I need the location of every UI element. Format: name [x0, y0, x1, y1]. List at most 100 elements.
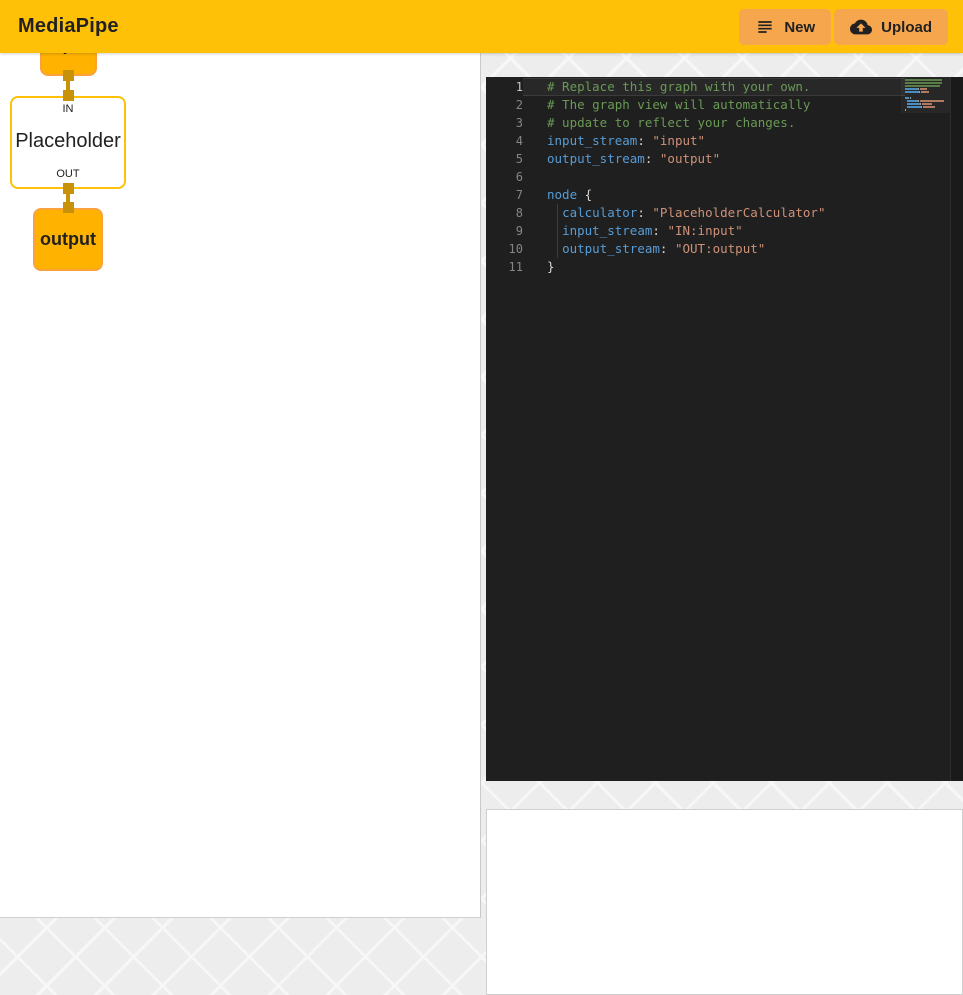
minimap-bar: [922, 103, 933, 105]
code-token: input_stream: [562, 223, 652, 238]
code-token: :: [637, 205, 645, 220]
header-actions: New Upload: [739, 9, 948, 45]
code-text: # Replace this graph with your own.: [523, 78, 905, 96]
code-token: output_stream: [562, 241, 660, 256]
line-number: 6: [486, 168, 523, 186]
upload-button[interactable]: Upload: [834, 9, 948, 45]
code-text: [523, 168, 905, 186]
indent-guide: [557, 222, 558, 240]
code-token: }: [547, 259, 555, 274]
code-text: }: [523, 258, 905, 276]
code-token: "PlaceholderCalculator": [652, 205, 825, 220]
code-text: node {: [523, 186, 905, 204]
editor-line[interactable]: 7node {: [486, 186, 905, 204]
minimap-bar: [907, 100, 918, 102]
code-text: # update to reflect your changes.: [523, 114, 905, 132]
editor-line[interactable]: 2 # The graph view will automatically: [486, 96, 905, 114]
minimap-bar: [920, 88, 927, 90]
editor-line[interactable]: 3 # update to reflect your changes.: [486, 114, 905, 132]
editor-line[interactable]: 10 output_stream: "OUT:output": [486, 240, 905, 258]
indent-guide: [557, 204, 558, 222]
code-token: # The graph view will automatically: [547, 97, 810, 112]
code-token: "output": [660, 151, 720, 166]
minimap-bar: [919, 91, 920, 93]
graph-node-output[interactable]: output: [33, 208, 103, 271]
code-editor[interactable]: 1# Replace this graph with your own.2 # T…: [486, 77, 963, 781]
minimap-bar: [905, 79, 942, 81]
line-number: 3: [486, 114, 523, 132]
code-token: :: [652, 223, 660, 238]
minimap-bar: [910, 97, 911, 99]
app-header: MediaPipe New Upload: [0, 0, 963, 53]
line-number: 9: [486, 222, 523, 240]
line-number: 2: [486, 96, 523, 114]
code-token: # update to reflect your changes.: [547, 115, 795, 130]
code-token: node: [547, 187, 577, 202]
code-token: :: [637, 133, 645, 148]
feedback-content: [486, 809, 963, 995]
code-token: "OUT:output": [675, 241, 765, 256]
code-text: input_stream: "IN:input": [523, 222, 905, 240]
minimap-bar: [920, 103, 921, 105]
code-text: # The graph view will automatically: [523, 96, 905, 114]
code-text: output_stream: "output": [523, 150, 905, 168]
minimap-bar: [905, 91, 919, 93]
placeholder-in-port-label: IN: [63, 103, 74, 115]
graph-node-placeholder-label: Placeholder: [15, 130, 121, 153]
editor-line[interactable]: 6: [486, 168, 905, 186]
minimap-bar: [918, 100, 919, 102]
indent-guide: [557, 240, 558, 258]
line-number: 8: [486, 204, 523, 222]
editor-line[interactable]: 1# Replace this graph with your own.: [486, 78, 905, 96]
editor-line[interactable]: 5output_stream: "output": [486, 150, 905, 168]
minimap-bar: [921, 91, 929, 93]
graph-canvas[interactable]: input IN Placeholder OUT output: [0, 0, 481, 918]
code-token: [547, 223, 562, 238]
minimap-line: [905, 109, 950, 112]
code-token: output_stream: [547, 151, 645, 166]
app-title: MediaPipe: [18, 15, 119, 38]
code-text: output_stream: "OUT:output": [523, 240, 905, 258]
upload-button-label: Upload: [881, 19, 932, 36]
code-token: {: [585, 187, 593, 202]
code-token: [667, 241, 675, 256]
minimap-bar: [905, 97, 909, 99]
new-button-label: New: [784, 19, 815, 36]
code-token: [577, 187, 585, 202]
editor-code: 1# Replace this graph with your own.2 # T…: [486, 78, 905, 276]
minimap-bar: [905, 109, 906, 111]
line-number: 10: [486, 240, 523, 258]
line-number: 5: [486, 150, 523, 168]
editor-line[interactable]: 9 input_stream: "IN:input": [486, 222, 905, 240]
minimap-bar: [905, 85, 940, 87]
graph-port: [63, 90, 74, 101]
editor-line[interactable]: 8 calculator: "PlaceholderCalculator": [486, 204, 905, 222]
minimap-bar: [907, 103, 920, 105]
graph-port: [63, 70, 74, 81]
graph-port: [63, 183, 74, 194]
graph-node-output-label: output: [40, 229, 96, 250]
subject-list-icon: [755, 17, 775, 37]
code-token: [652, 151, 660, 166]
editor-line[interactable]: 4input_stream: "input": [486, 132, 905, 150]
code-token: [547, 205, 562, 220]
code-token: # Replace this graph with your own.: [547, 79, 810, 94]
graph-node-placeholder[interactable]: IN Placeholder OUT: [10, 96, 126, 189]
app-window: MediaPipe New Upload Graph: [0, 0, 963, 995]
code-token: "input": [652, 133, 705, 148]
code-token: [547, 241, 562, 256]
minimap-bar: [921, 106, 922, 108]
editor-line[interactable]: 11}: [486, 258, 905, 276]
minimap[interactable]: [905, 79, 950, 112]
code-text: input_stream: "input": [523, 132, 905, 150]
placeholder-out-port-label: OUT: [56, 168, 79, 180]
line-number: 11: [486, 258, 523, 276]
graph-port: [63, 202, 74, 213]
code-token: "IN:input": [667, 223, 742, 238]
minimap-bar: [907, 106, 921, 108]
minimap-bar: [918, 88, 919, 90]
new-button[interactable]: New: [739, 9, 831, 45]
minimap-bar: [905, 82, 942, 84]
minimap-bar: [920, 100, 944, 102]
editor-scrollbar[interactable]: [950, 77, 963, 781]
